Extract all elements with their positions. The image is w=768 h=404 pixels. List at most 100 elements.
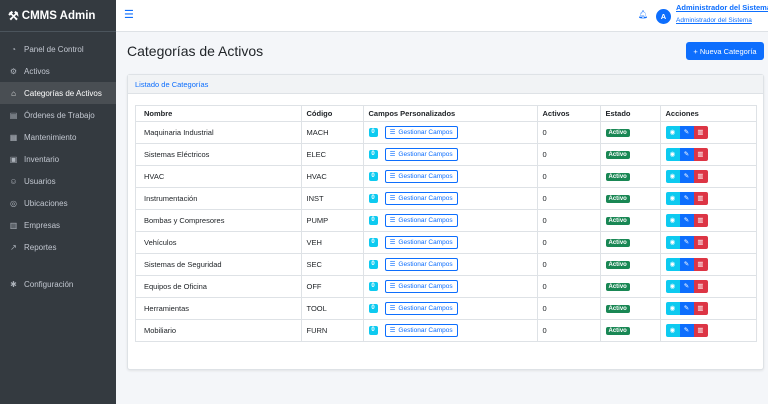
brand-title: CMMS Admin: [21, 9, 96, 22]
category-code: PUMP: [300, 209, 363, 232]
delete-button[interactable]: ▥: [693, 213, 708, 227]
eye-icon: ◉: [669, 305, 676, 312]
manage-fields-button[interactable]: ☰ Gestionar Campos: [384, 323, 458, 337]
actions-cell: ◉ ✎ ▥: [659, 231, 756, 254]
delete-button[interactable]: ▥: [693, 125, 708, 139]
sidebar-item-mantenimiento[interactable]: ▦ Mantenimiento: [0, 126, 116, 148]
sidebar-item-ubicaciones[interactable]: ◎ Ubicaciones: [0, 192, 116, 214]
category-name: Sistemas de Seguridad: [136, 253, 301, 276]
manage-fields-button[interactable]: ☰ Gestionar Campos: [384, 279, 458, 293]
view-button[interactable]: ◉: [665, 235, 680, 249]
status-badge: Activo: [605, 283, 630, 291]
action-buttons: ◉ ✎ ▥: [665, 235, 708, 249]
list-icon: ☰: [389, 327, 396, 335]
action-buttons: ◉ ✎ ▥: [665, 169, 708, 183]
category-code: FURN: [300, 319, 363, 341]
edit-button[interactable]: ✎: [679, 257, 694, 271]
assets-count: 0: [536, 253, 600, 276]
top-navbar: ☰ 🔔︎ A Administrador del Sistema Adminis…: [116, 0, 768, 32]
category-code: SEC: [300, 253, 363, 276]
sidebar-item-reportes[interactable]: ↗ Reportes: [0, 236, 116, 258]
view-button[interactable]: ◉: [665, 301, 680, 315]
user-name-link[interactable]: Administrador del Sistema: [676, 3, 768, 12]
delete-button[interactable]: ▥: [693, 301, 708, 315]
delete-button[interactable]: ▥: [693, 169, 708, 183]
actions-cell: ◉ ✎ ▥: [659, 275, 756, 298]
manage-fields-button[interactable]: ☰ Gestionar Campos: [384, 169, 458, 183]
trash-icon: ▥: [697, 261, 704, 268]
table-row: Vehículos VEH 0 ☰ Gestionar Campos 0 Act…: [136, 231, 756, 254]
eye-icon: ◉: [669, 217, 676, 224]
edit-button[interactable]: ✎: [679, 169, 694, 183]
view-button[interactable]: ◉: [665, 169, 680, 183]
menu-toggle-icon[interactable]: ☰: [124, 8, 134, 21]
action-buttons: ◉ ✎ ▥: [665, 125, 708, 139]
fields-count-badge: 0: [368, 325, 378, 335]
category-name: HVAC: [136, 165, 301, 188]
trash-icon: ▥: [697, 239, 704, 246]
edit-button[interactable]: ✎: [679, 147, 694, 161]
status-badge: Activo: [605, 217, 630, 225]
view-button[interactable]: ◉: [665, 323, 680, 337]
edit-button[interactable]: ✎: [679, 191, 694, 205]
sidebar-item-categorias-de-activos[interactable]: ⌂ Categorías de Activos: [0, 82, 116, 104]
edit-button[interactable]: ✎: [679, 323, 694, 337]
manage-fields-button[interactable]: ☰ Gestionar Campos: [384, 301, 458, 315]
sidebar-item-usuarios[interactable]: ☺ Usuarios: [0, 170, 116, 192]
custom-fields-cell: 0 ☰ Gestionar Campos: [362, 319, 537, 341]
delete-button[interactable]: ▥: [693, 323, 708, 337]
user-role-link[interactable]: Administrador del Sistema: [676, 17, 752, 24]
manage-fields-button[interactable]: ☰ Gestionar Campos: [384, 235, 458, 249]
manage-fields-button[interactable]: ☰ Gestionar Campos: [384, 213, 458, 227]
category-name: Bombas y Compresores: [136, 209, 301, 232]
view-button[interactable]: ◉: [665, 191, 680, 205]
state-cell: Activo: [599, 275, 660, 298]
view-button[interactable]: ◉: [665, 279, 680, 293]
edit-button[interactable]: ✎: [679, 301, 694, 315]
list-icon: ☰: [389, 151, 396, 158]
trash-icon: ▥: [697, 217, 704, 224]
manage-fields-label: Gestionar Campos: [398, 260, 453, 268]
list-icon: ☰: [389, 283, 396, 290]
edit-button[interactable]: ✎: [679, 125, 694, 139]
view-button[interactable]: ◉: [665, 125, 680, 139]
gear-icon: ⚙: [9, 66, 18, 76]
pencil-icon: ✎: [683, 173, 690, 180]
sidebar-item-label: Activos: [24, 66, 50, 76]
manage-fields-button[interactable]: ☰ Gestionar Campos: [384, 191, 458, 205]
edit-button[interactable]: ✎: [679, 235, 694, 249]
edit-button[interactable]: ✎: [679, 213, 694, 227]
delete-button[interactable]: ▥: [693, 191, 708, 205]
sidebar-item-inventario[interactable]: ▣ Inventario: [0, 148, 116, 170]
new-category-button[interactable]: + Nueva Categoría: [686, 42, 764, 60]
pencil-icon: ✎: [683, 129, 690, 136]
manage-fields-button[interactable]: ☰ Gestionar Campos: [384, 125, 458, 139]
delete-button[interactable]: ▥: [693, 257, 708, 271]
manage-fields-button[interactable]: ☰ Gestionar Campos: [384, 147, 458, 161]
assets-count: 0: [536, 319, 600, 341]
edit-button[interactable]: ✎: [679, 279, 694, 293]
table-row: Maquinaria Industrial MACH 0 ☰ Gestionar…: [136, 121, 756, 144]
sidebar-item-empresas[interactable]: ▥ Empresas: [0, 214, 116, 236]
manage-fields-label: Gestionar Campos: [398, 128, 453, 136]
view-button[interactable]: ◉: [665, 213, 680, 227]
delete-button[interactable]: ▥: [693, 279, 708, 293]
sidebar-item-configuracion[interactable]: ✱ Configuración: [0, 273, 116, 295]
view-button[interactable]: ◉: [665, 257, 680, 271]
table-row: HVAC HVAC 0 ☰ Gestionar Campos 0 Activo …: [136, 165, 756, 188]
actions-cell: ◉ ✎ ▥: [659, 187, 756, 210]
actions-cell: ◉ ✎ ▥: [659, 165, 756, 188]
manage-fields-button[interactable]: ☰ Gestionar Campos: [384, 257, 458, 271]
state-cell: Activo: [599, 143, 660, 166]
delete-button[interactable]: ▥: [693, 235, 708, 249]
brand[interactable]: ⚒ CMMS Admin: [0, 0, 116, 32]
status-badge: Activo: [605, 305, 630, 313]
sidebar-item-ordenes-de-trabajo[interactable]: ▤ Órdenes de Trabajo: [0, 104, 116, 126]
view-button[interactable]: ◉: [665, 147, 680, 161]
tag-icon: ⌂: [11, 88, 16, 98]
sidebar-item-panel-de-control[interactable]: ◔ Panel de Control: [0, 38, 116, 60]
delete-button[interactable]: ▥: [693, 147, 708, 161]
bell-icon[interactable]: 🔔︎: [638, 10, 648, 19]
sidebar-item-activos[interactable]: ⚙ Activos: [0, 60, 116, 82]
avatar[interactable]: A: [656, 9, 671, 24]
